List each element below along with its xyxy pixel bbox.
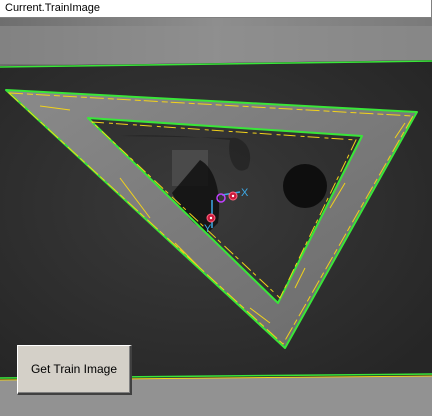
y-axis-label: Y: [204, 223, 212, 235]
fiducial-marker-1-dot: [231, 194, 235, 198]
window-title: Current.TrainImage: [0, 0, 432, 18]
get-train-image-button[interactable]: Get Train Image: [17, 345, 132, 395]
round-hole: [283, 164, 327, 208]
x-axis-label: X: [241, 187, 249, 199]
top-strip: [0, 26, 432, 64]
train-image-window: Current.TrainImage X Y Get Train Image: [0, 0, 432, 416]
image-viewport[interactable]: X Y Get Train Image: [0, 18, 432, 416]
fiducial-marker-2-dot: [209, 216, 213, 220]
